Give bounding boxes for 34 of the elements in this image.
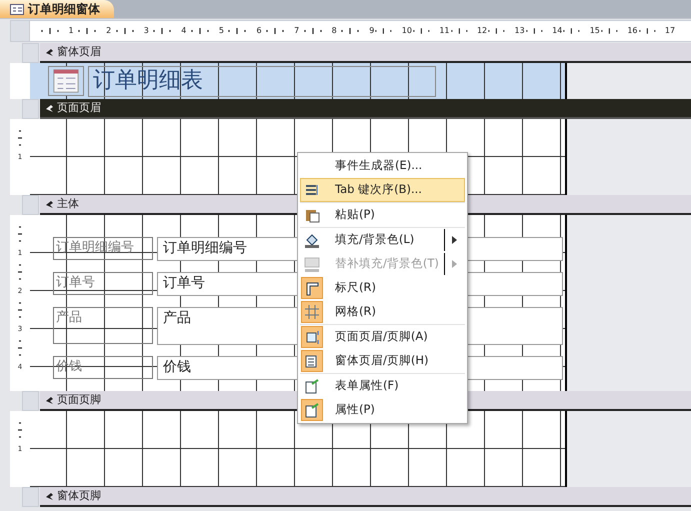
ruler-number: 5 — [218, 25, 224, 37]
section-title: 窗体页眉 — [57, 44, 101, 60]
section-title: 主体 — [57, 196, 79, 212]
menu-label: 填充/背景色(L) — [335, 231, 416, 248]
ruler-number: 13 — [514, 25, 525, 37]
ruler-number: 4 — [181, 25, 186, 37]
menu-label: 属性(P) — [335, 401, 376, 418]
section-title: 窗体页脚 — [57, 488, 101, 504]
menu-label: 替补填充/背景色(T) — [335, 255, 440, 272]
ruler-number: 3 — [144, 25, 149, 37]
ruler-number: 11 — [439, 25, 450, 37]
ruler-number: 7 — [294, 25, 300, 37]
ruler-number: 1 — [68, 25, 74, 37]
menu-label: 标尺(R) — [335, 279, 377, 296]
menu-label: 网格(R) — [335, 303, 377, 320]
ruler-number: 14 — [552, 25, 562, 37]
ruler-number: 12 — [476, 25, 488, 37]
ruler-number: 9 — [369, 25, 374, 37]
ruler-number: 16 — [627, 25, 638, 37]
menu-label: 事件生成器(E)... — [335, 157, 424, 174]
menu-label: 页面页眉/页脚(A) — [335, 328, 429, 346]
ruler-number: 2 — [106, 25, 112, 37]
section-title: 页面页眉 — [57, 100, 101, 116]
ruler-number: 17 — [664, 25, 676, 37]
menu-label: 表单属性(F) — [335, 377, 400, 394]
menu-label: Tab 键次序(B)... — [335, 181, 423, 198]
ruler-number: 8 — [332, 25, 337, 37]
section-title: 页面页脚 — [57, 392, 101, 408]
ruler-number: 10 — [402, 25, 412, 37]
ruler-number: 15 — [590, 25, 600, 37]
tab-title: 订单明细窗体 — [28, 1, 100, 18]
menu-label: 粘贴(P) — [335, 206, 376, 224]
menu-label: 窗体页眉/页脚(H) — [335, 352, 430, 370]
ruler-number: 6 — [256, 25, 262, 37]
